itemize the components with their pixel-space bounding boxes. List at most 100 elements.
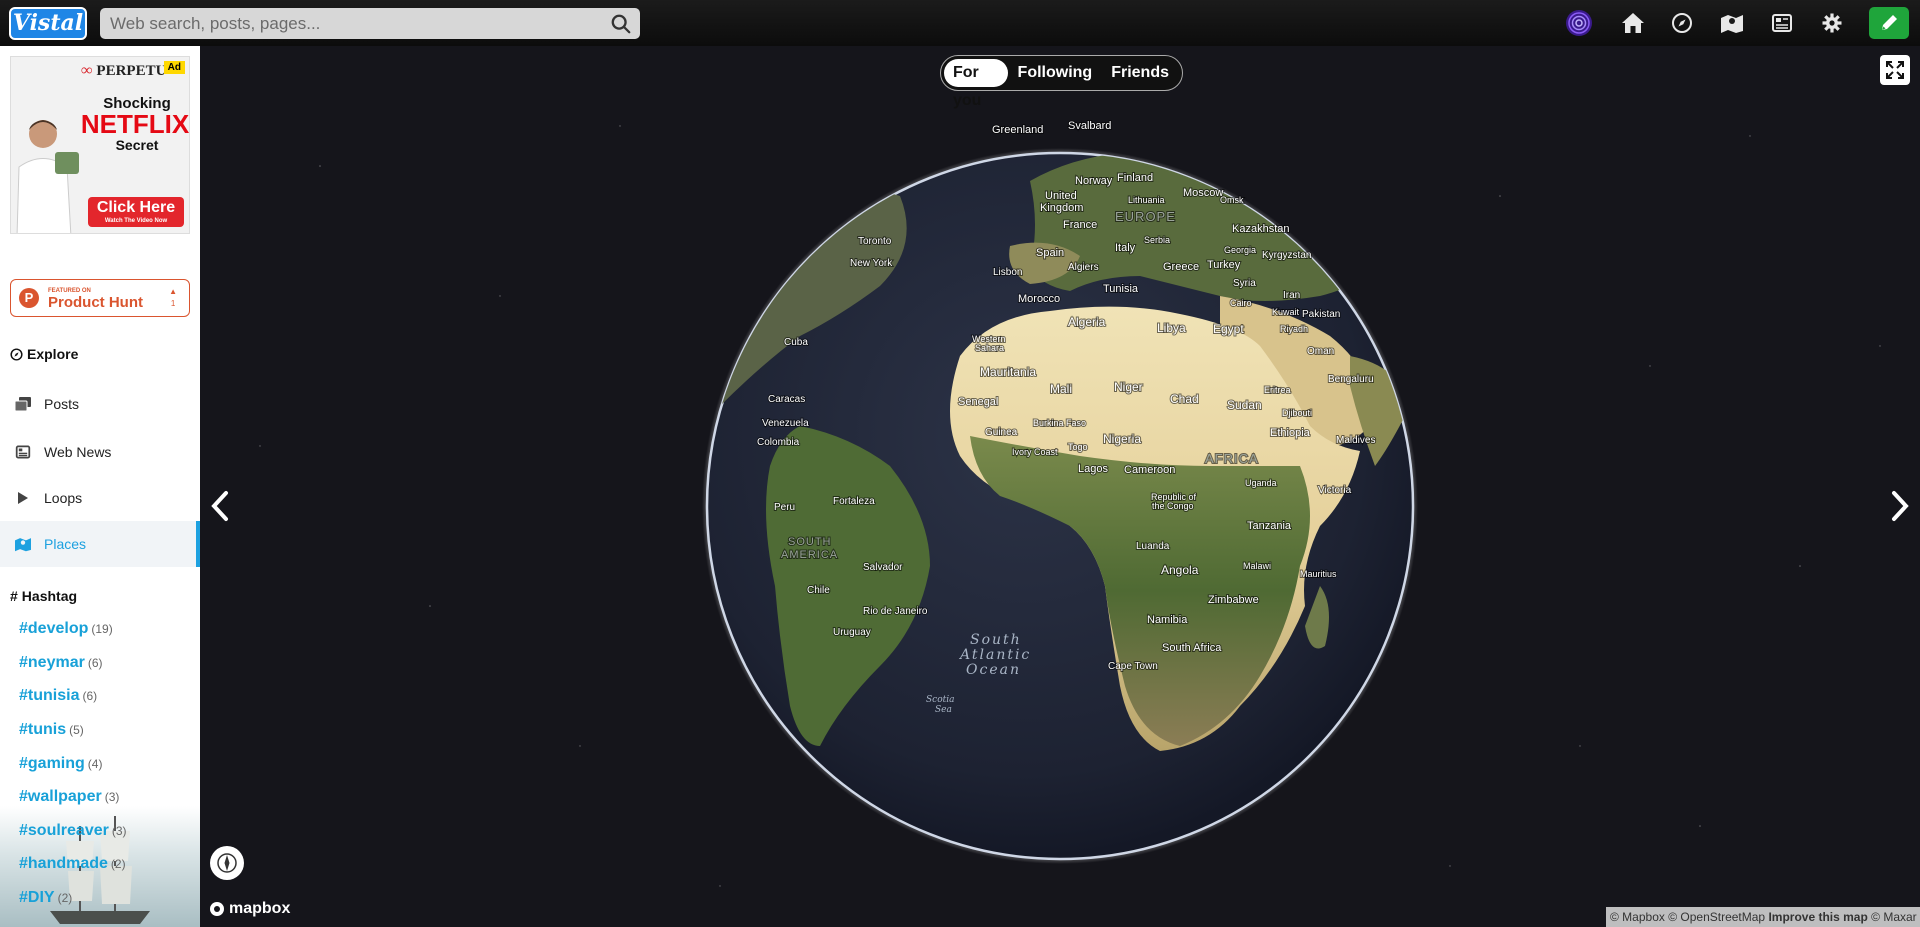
ad-cta-sub: Watch The Video Now xyxy=(104,218,168,224)
pencil-icon xyxy=(1882,15,1897,30)
map-label: Omsk xyxy=(1220,195,1244,205)
map-label: Niger xyxy=(1114,380,1143,394)
map-label: Ethiopia xyxy=(1270,427,1311,439)
hashtag-item[interactable]: #wallpaper (3) xyxy=(19,788,119,806)
ad-cta-button[interactable]: Click Here Watch The Video Now xyxy=(88,197,184,227)
map-label: Greece xyxy=(1163,261,1199,273)
map-label: Toronto xyxy=(858,236,892,247)
map-label: Kazakhstan xyxy=(1232,223,1289,235)
home-icon[interactable] xyxy=(1617,8,1649,38)
sidebar: ∞ PERPETU Ad Shocking NETFLIX Secret Cli… xyxy=(0,46,200,927)
spiral-avatar-icon[interactable] xyxy=(1563,8,1595,38)
tab-following[interactable]: Following xyxy=(1009,59,1102,87)
hashtag-item[interactable]: #soulreaver (3) xyxy=(19,822,127,840)
vistal-logo[interactable]: Vistal xyxy=(9,7,87,40)
fullscreen-icon xyxy=(1886,61,1904,79)
improve-map-link[interactable]: Improve this map xyxy=(1768,910,1867,924)
map-label: Mauritius xyxy=(1300,569,1337,579)
ad-banner[interactable]: ∞ PERPETU Ad Shocking NETFLIX Secret Cli… xyxy=(10,56,190,234)
map-label: Cairo xyxy=(1230,298,1252,308)
tab-friends[interactable]: Friends xyxy=(1102,59,1178,87)
map-label: Cameroon xyxy=(1124,464,1175,476)
map-label: Mali xyxy=(1050,382,1072,396)
feed-tabs: For you Following Friends xyxy=(940,55,1183,109)
map-label: Angola xyxy=(1161,563,1199,577)
product-hunt-badge[interactable]: P FEATURED ON Product Hunt ▲ 1 xyxy=(10,279,190,317)
map-label: France xyxy=(1063,219,1097,231)
sidebar-item-label: Places xyxy=(44,536,87,552)
map-attribution: © Mapbox © OpenStreetMap Improve this ma… xyxy=(1606,907,1920,927)
attribution-mapbox-link[interactable]: © Mapbox xyxy=(1610,910,1665,924)
map-label: Senegal xyxy=(958,396,998,408)
map-label: EUROPE xyxy=(1115,209,1176,224)
hashtag-item[interactable]: #DIY (2) xyxy=(19,889,72,907)
map-label: Syria xyxy=(1233,278,1256,289)
map-label: Libya xyxy=(1157,321,1186,335)
map-label: Greenland xyxy=(992,124,1043,136)
sidebar-item-loops[interactable]: Loops xyxy=(0,475,200,521)
ad-tag: Ad xyxy=(163,61,185,74)
map-label: Lithuania xyxy=(1128,195,1165,205)
gear-icon[interactable] xyxy=(1816,8,1848,38)
map-label: Cape Town xyxy=(1108,661,1158,672)
map-label: Sea xyxy=(935,705,952,715)
map-label: Caracas xyxy=(768,394,805,405)
map-label: Italy xyxy=(1115,242,1136,254)
compass-icon[interactable] xyxy=(1666,8,1698,38)
news-icon[interactable] xyxy=(1766,8,1798,38)
chevron-right-icon xyxy=(1892,491,1909,521)
globe[interactable]: Greenland Svalbard Norway Finland United… xyxy=(200,46,1920,927)
map-label: Lagos xyxy=(1078,463,1108,475)
map-label: Uganda xyxy=(1245,478,1277,488)
map-label: South Africa xyxy=(1162,642,1222,654)
attribution-maxar-link[interactable]: © Maxar xyxy=(1871,910,1917,924)
hashtag-item[interactable]: #gaming (4) xyxy=(19,755,102,773)
map-label: Egypt xyxy=(1213,322,1244,336)
map-label: Kingdom xyxy=(1040,202,1083,214)
map-label: Eritrea xyxy=(1264,385,1291,395)
map-icon[interactable] xyxy=(1716,8,1748,38)
fullscreen-button[interactable] xyxy=(1880,55,1910,85)
map-label: Sahara xyxy=(975,343,1004,353)
map-label: Mauritania xyxy=(980,365,1036,379)
attribution-osm-link[interactable]: © OpenStreetMap xyxy=(1668,910,1765,924)
map-label: Tanzania xyxy=(1247,520,1292,532)
map-label: Burkina Faso xyxy=(1033,418,1086,428)
map-label: Cuba xyxy=(784,337,808,348)
prev-arrow-button[interactable] xyxy=(205,486,235,526)
sidebar-item-web-news[interactable]: Web News xyxy=(0,429,200,475)
map-label: AMERICA xyxy=(781,549,838,561)
hashtag-item[interactable]: #tunisia (6) xyxy=(19,687,97,705)
search-input[interactable] xyxy=(100,8,600,39)
sidebar-item-posts[interactable]: Posts xyxy=(0,381,200,427)
ad-brand: ∞ PERPETU xyxy=(81,62,167,79)
explore-heading: Explore xyxy=(10,346,78,362)
map-label: Morocco xyxy=(1018,293,1060,305)
map-label: Norway xyxy=(1075,175,1113,187)
hashtag-item[interactable]: #tunis (5) xyxy=(19,721,84,739)
map-label: Algiers xyxy=(1068,262,1099,273)
hashtag-item[interactable]: #handmade (2) xyxy=(19,855,126,873)
map-label: Colombia xyxy=(757,437,800,448)
hashtag-item[interactable]: #neymar (6) xyxy=(19,654,103,672)
chevron-left-icon xyxy=(211,491,228,521)
map-label: Uruguay xyxy=(833,627,871,638)
map-label: Peru xyxy=(774,502,795,513)
sidebar-item-places[interactable]: Places xyxy=(0,521,200,567)
map-canvas[interactable]: Greenland Svalbard Norway Finland United… xyxy=(200,46,1920,927)
hashtag-item[interactable]: #develop (19) xyxy=(19,620,113,638)
map-compass-button[interactable] xyxy=(210,846,244,880)
map-label: Luanda xyxy=(1136,541,1170,552)
map-label: Rio de Janeiro xyxy=(863,606,928,617)
map-label: Serbia xyxy=(1144,235,1170,245)
compass-needle-icon xyxy=(217,853,237,873)
play-icon xyxy=(14,489,32,507)
mapbox-logo[interactable]: mapbox xyxy=(209,900,290,918)
search-bar xyxy=(100,8,640,39)
next-arrow-button[interactable] xyxy=(1885,486,1915,526)
map-label: Victoria xyxy=(1318,485,1352,496)
search-icon[interactable] xyxy=(610,13,632,35)
compose-button[interactable] xyxy=(1869,7,1909,39)
map-label: Svalbard xyxy=(1068,120,1111,132)
tab-for-you[interactable]: For you xyxy=(944,59,1008,109)
